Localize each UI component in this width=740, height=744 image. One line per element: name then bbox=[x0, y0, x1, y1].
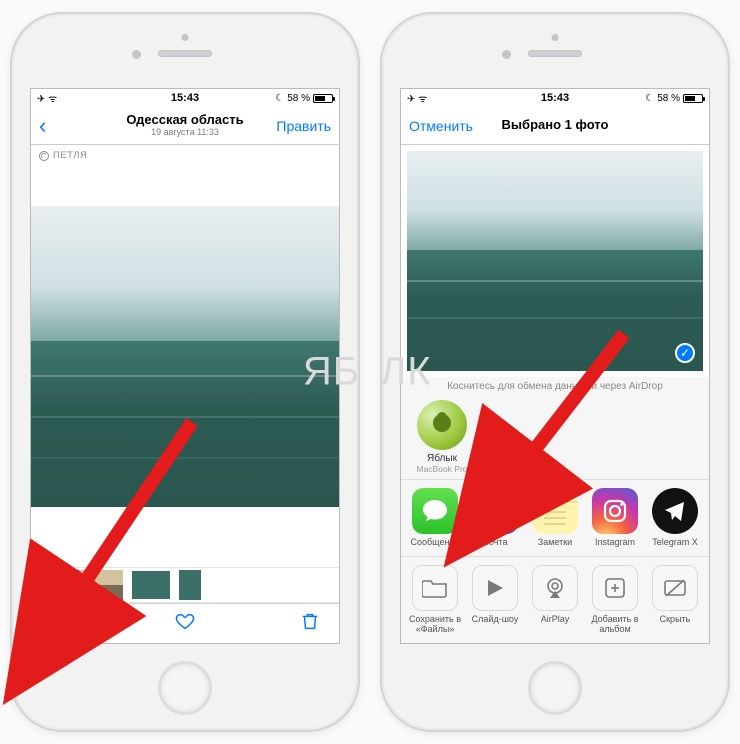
sensor-dot bbox=[182, 34, 189, 41]
loop-icon bbox=[39, 151, 49, 161]
loop-badge[interactable]: ПЕТЛЯ bbox=[31, 145, 339, 166]
airdrop-device: MacBook Pro bbox=[416, 464, 467, 474]
airdrop-row: Яблык MacBook Pro bbox=[401, 394, 709, 480]
screen-right: ✈︎ ᯤ 15:43 ☾ 58 % Отменить Выбрано 1 фот… bbox=[400, 88, 710, 644]
airdrop-avatar-icon bbox=[417, 400, 467, 450]
bottom-toolbar bbox=[31, 603, 339, 643]
thumbnail[interactable] bbox=[35, 570, 57, 600]
edit-button[interactable]: Править bbox=[276, 118, 331, 134]
action-hide[interactable]: Скрыть bbox=[645, 565, 705, 635]
moon-icon: ☾ bbox=[645, 93, 654, 104]
share-apps-row: Сообщение Почта Заметки bbox=[401, 480, 709, 557]
airplay-icon bbox=[532, 565, 578, 611]
nav-title: Одесская область bbox=[126, 113, 243, 127]
folder-icon bbox=[412, 565, 458, 611]
battery-icon bbox=[683, 94, 703, 103]
play-icon bbox=[472, 565, 518, 611]
status-time: 15:43 bbox=[541, 92, 569, 104]
instagram-icon bbox=[592, 488, 638, 534]
status-time: 15:43 bbox=[171, 92, 199, 104]
navbar: Отменить Выбрано 1 фото bbox=[401, 107, 709, 145]
add-album-icon bbox=[592, 565, 638, 611]
share-button[interactable] bbox=[49, 610, 71, 637]
action-airplay[interactable]: AirPlay bbox=[525, 565, 585, 635]
home-button[interactable] bbox=[528, 661, 582, 715]
telegram-icon bbox=[652, 488, 698, 534]
sensor-dot bbox=[552, 34, 559, 41]
thumbnail[interactable] bbox=[179, 570, 201, 600]
thumbnail[interactable] bbox=[79, 570, 101, 600]
cancel-button[interactable]: Отменить bbox=[409, 118, 473, 134]
battery-icon bbox=[313, 94, 333, 103]
selected-photo[interactable]: ✓ bbox=[407, 151, 703, 371]
thumbnail-selected[interactable] bbox=[131, 570, 171, 600]
navbar: ‹ Одесская область 19 августа 11:33 Прав… bbox=[31, 107, 339, 145]
mail-icon bbox=[472, 488, 518, 534]
share-app-mail[interactable]: Почта bbox=[465, 488, 525, 548]
loop-label: ПЕТЛЯ bbox=[53, 150, 87, 161]
battery-pct: 58 % bbox=[287, 93, 310, 104]
nav-title: Выбрано 1 фото bbox=[502, 118, 609, 132]
action-slideshow[interactable]: Слайд-шоу bbox=[465, 565, 525, 635]
share-app-messages[interactable]: Сообщение bbox=[405, 488, 465, 548]
airdrop-name: Яблык bbox=[411, 453, 473, 464]
phone-left: ✈︎ ᯤ 15:43 ☾ 58 % ‹ Одесская область 19 … bbox=[10, 12, 360, 732]
trash-button[interactable] bbox=[299, 610, 321, 637]
speaker bbox=[158, 50, 212, 57]
photo-preview[interactable] bbox=[31, 206, 339, 507]
status-left-icons: ✈︎ ᯤ bbox=[37, 91, 57, 105]
notes-icon bbox=[532, 488, 578, 534]
favorite-button[interactable] bbox=[174, 610, 196, 637]
action-add-album[interactable]: Добавить в альбом bbox=[585, 565, 645, 635]
battery-pct: 58 % bbox=[657, 93, 680, 104]
speaker bbox=[528, 50, 582, 57]
status-bar: ✈︎ ᯤ 15:43 ☾ 58 % bbox=[401, 89, 709, 107]
front-camera bbox=[502, 50, 511, 59]
back-button[interactable]: ‹ bbox=[39, 113, 46, 139]
status-bar: ✈︎ ᯤ 15:43 ☾ 58 % bbox=[31, 89, 339, 107]
front-camera bbox=[132, 50, 141, 59]
airdrop-hint: Коснитесь для обмена данными через AirDr… bbox=[401, 377, 709, 394]
moon-icon: ☾ bbox=[275, 93, 284, 104]
status-left-icons: ✈︎ ᯤ bbox=[407, 91, 427, 105]
nav-subtitle: 19 августа 11:33 bbox=[126, 128, 243, 138]
home-button[interactable] bbox=[158, 661, 212, 715]
thumbnail-strip[interactable] bbox=[31, 567, 339, 603]
share-sheet: Коснитесь для обмена данными через AirDr… bbox=[401, 377, 709, 643]
action-save-files[interactable]: Сохранить в «Файлы» bbox=[405, 565, 465, 635]
share-app-telegram[interactable]: Telegram X bbox=[645, 488, 705, 548]
share-actions-row: Сохранить в «Файлы» Слайд-шоу AirPlay bbox=[401, 557, 709, 643]
airdrop-contact[interactable]: Яблык MacBook Pro bbox=[411, 400, 473, 479]
thumbnail[interactable] bbox=[101, 570, 123, 600]
hide-icon bbox=[652, 565, 698, 611]
screen-left: ✈︎ ᯤ 15:43 ☾ 58 % ‹ Одесская область 19 … bbox=[30, 88, 340, 644]
share-app-notes[interactable]: Заметки bbox=[525, 488, 585, 548]
thumbnail[interactable] bbox=[57, 570, 79, 600]
phone-right: ✈︎ ᯤ 15:43 ☾ 58 % Отменить Выбрано 1 фот… bbox=[380, 12, 730, 732]
share-app-instagram[interactable]: Instagram bbox=[585, 488, 645, 548]
messages-icon bbox=[412, 488, 458, 534]
